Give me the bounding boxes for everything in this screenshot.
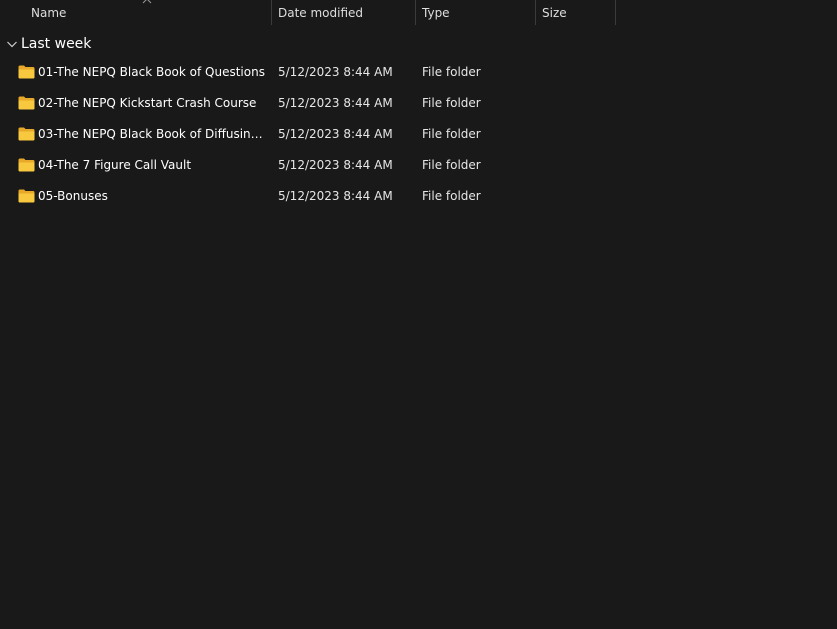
list-item[interactable]: 04-The 7 Figure Call Vault 5/12/2023 8:4… bbox=[0, 150, 837, 181]
file-type: File folder bbox=[422, 189, 481, 203]
group-label: Last week bbox=[21, 36, 92, 52]
folder-icon bbox=[18, 158, 35, 172]
file-type: File folder bbox=[422, 65, 481, 79]
file-name: 05-Bonuses bbox=[38, 189, 108, 203]
list-item[interactable]: 05-Bonuses 5/12/2023 8:44 AM File folder bbox=[0, 181, 837, 212]
column-header-bar: Name Date modified Type Size bbox=[0, 0, 837, 25]
list-item[interactable]: 02-The NEPQ Kickstart Crash Course 5/12/… bbox=[0, 88, 837, 119]
column-header-size-label: Size bbox=[542, 6, 567, 20]
folder-icon bbox=[18, 96, 35, 110]
folder-icon bbox=[18, 65, 35, 79]
folder-icon bbox=[18, 189, 35, 203]
column-header-name-label: Name bbox=[31, 6, 67, 20]
file-date-modified: 5/12/2023 8:44 AM bbox=[278, 189, 393, 203]
column-header-date-label: Date modified bbox=[278, 6, 364, 20]
file-type: File folder bbox=[422, 127, 481, 141]
file-type: File folder bbox=[422, 158, 481, 172]
file-name: 02-The NEPQ Kickstart Crash Course bbox=[38, 96, 257, 110]
folder-icon bbox=[18, 127, 35, 141]
column-header-type-label: Type bbox=[422, 6, 450, 20]
file-date-modified: 5/12/2023 8:44 AM bbox=[278, 65, 393, 79]
file-name: 03-The NEPQ Black Book of Diffusing Ob..… bbox=[38, 127, 266, 141]
list-item[interactable]: 01-The NEPQ Black Book of Questions 5/12… bbox=[0, 57, 837, 88]
file-type: File folder bbox=[422, 96, 481, 110]
file-name: 04-The 7 Figure Call Vault bbox=[38, 158, 192, 172]
column-header-size[interactable]: Size bbox=[536, 0, 616, 25]
file-explorer-details-view: Name Date modified Type Size Last week 0… bbox=[0, 0, 837, 629]
file-name: 01-The NEPQ Black Book of Questions bbox=[38, 65, 265, 79]
group-header-last-week[interactable]: Last week bbox=[0, 32, 837, 56]
file-list: 01-The NEPQ Black Book of Questions 5/12… bbox=[0, 57, 837, 212]
column-header-type[interactable]: Type bbox=[416, 0, 536, 25]
list-item[interactable]: 03-The NEPQ Black Book of Diffusing Ob..… bbox=[0, 119, 837, 150]
chevron-up-icon bbox=[142, 0, 152, 4]
file-date-modified: 5/12/2023 8:44 AM bbox=[278, 127, 393, 141]
file-date-modified: 5/12/2023 8:44 AM bbox=[278, 96, 393, 110]
chevron-down-icon[interactable] bbox=[6, 38, 18, 50]
column-header-date-modified[interactable]: Date modified bbox=[272, 0, 416, 25]
file-date-modified: 5/12/2023 8:44 AM bbox=[278, 158, 393, 172]
